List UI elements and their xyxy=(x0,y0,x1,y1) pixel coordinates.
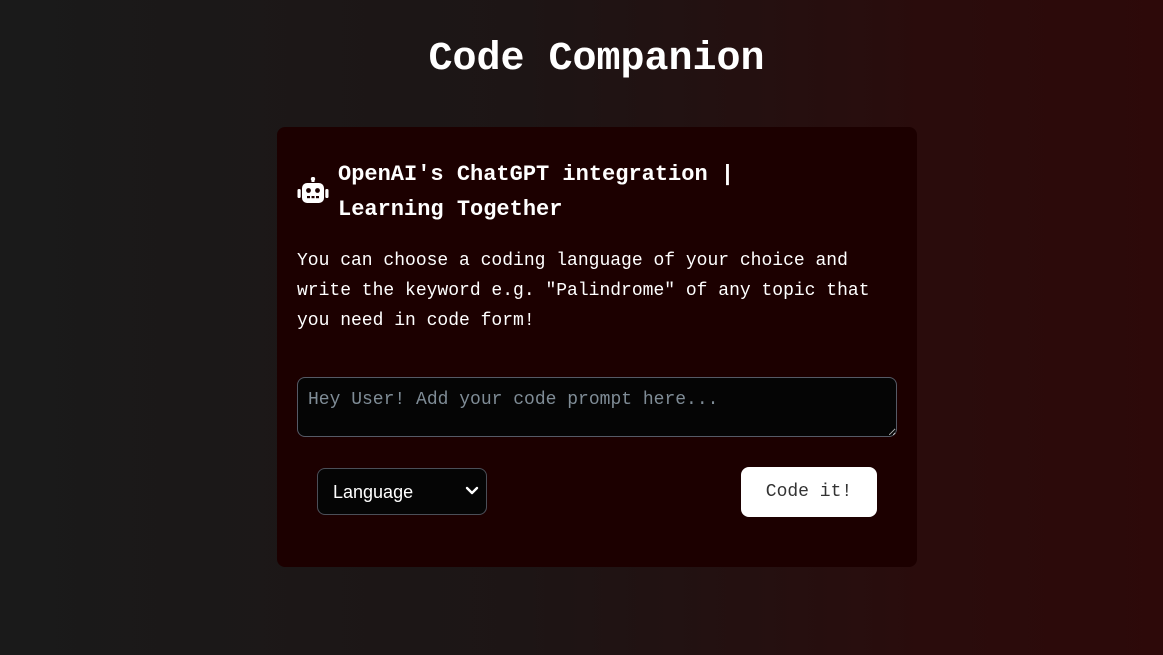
code-it-button[interactable]: Code it! xyxy=(741,467,877,517)
card-description: You can choose a coding language of your… xyxy=(297,251,870,331)
language-select[interactable]: Language xyxy=(317,468,487,515)
prompt-card: OpenAI's ChatGPT integration | Learning … xyxy=(277,127,917,567)
card-title: OpenAI's ChatGPT integration | Learning … xyxy=(338,157,734,227)
robot-icon xyxy=(297,177,329,203)
card-header: OpenAI's ChatGPT integration | Learning … xyxy=(297,157,887,227)
page-title: Code Companion xyxy=(428,37,765,82)
card-title-line1: OpenAI's ChatGPT integration | xyxy=(338,162,735,187)
code-prompt-input[interactable] xyxy=(297,377,897,437)
card-title-line2: Learning Together xyxy=(338,197,563,222)
